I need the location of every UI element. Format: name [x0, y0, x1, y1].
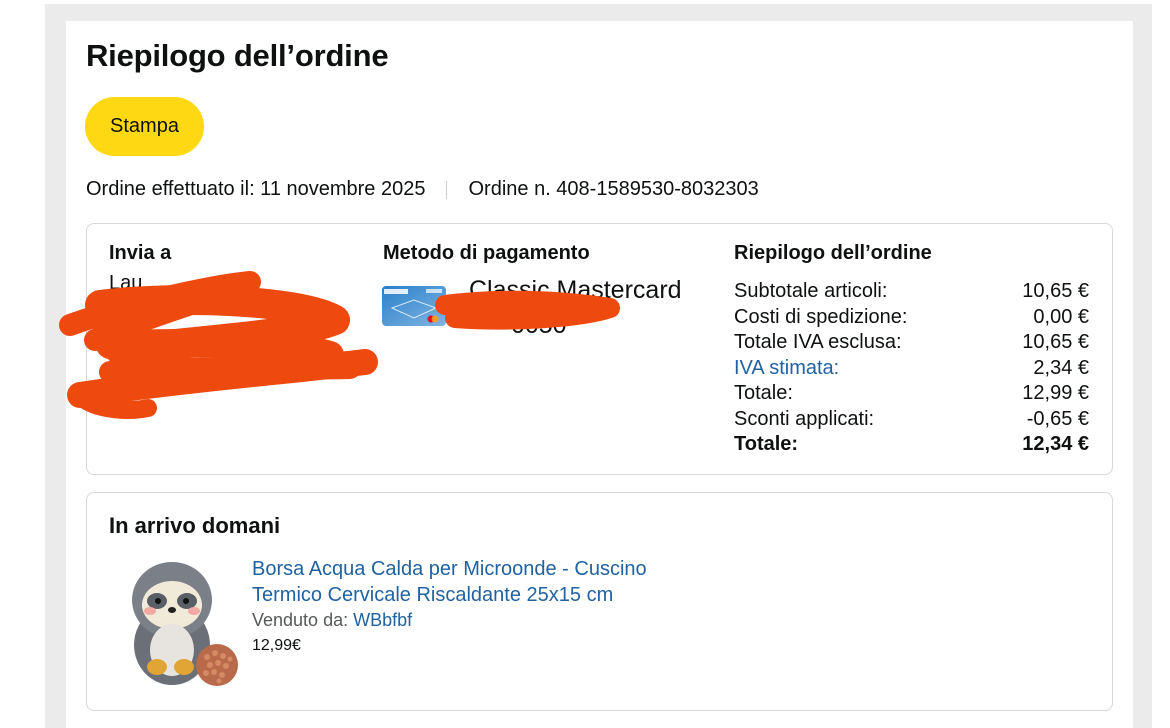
seller-label: Venduto da: — [252, 610, 349, 630]
meta-divider — [446, 180, 448, 199]
summary-label: Totale IVA esclusa: — [734, 331, 902, 353]
summary-heading: Riepilogo dell’ordine — [734, 242, 932, 264]
window-edge — [1152, 0, 1170, 728]
shipping-address-line: Lau — [109, 272, 143, 294]
summary-label: Costi di spedizione: — [734, 305, 908, 328]
product-title-link[interactable]: Borsa Acqua Calda per Microonde - Cuscin… — [252, 556, 712, 608]
summary-value: 10,65 € — [1022, 280, 1089, 302]
print-button[interactable]: Stampa — [85, 97, 204, 156]
summary-value: 0,00 € — [1033, 305, 1089, 328]
seller-info: Venduto da: WBbfbf — [252, 610, 412, 631]
summary-value: 12,99 € — [1022, 382, 1089, 404]
summary-row-vat: IVA stimata: 2,34 € — [734, 356, 1089, 382]
summary-value: 12,34 € — [1022, 433, 1089, 455]
summary-row-shipping: Costi di spedizione: 0,00 € — [734, 305, 1089, 331]
summary-label: Totale: — [734, 382, 793, 404]
order-meta: Ordine effettuato il: 11 novembre 2025 O… — [86, 178, 759, 201]
order-summary: Subtotale articoli: 10,65 € Costi di spe… — [734, 279, 1089, 458]
summary-value: -0,65 € — [1026, 407, 1089, 430]
summary-label: Sconti applicati: — [734, 407, 875, 430]
shipping-address-line: Vi — [109, 300, 127, 322]
product-price: 12,99€ — [252, 637, 301, 654]
summary-row-grand-total: Totale: 12,34 € — [734, 432, 1089, 458]
vat-estimate-link[interactable]: IVA stimata: — [734, 356, 839, 382]
summary-value: 10,65 € — [1022, 331, 1089, 353]
page-title: Riepilogo dell’ordine — [86, 38, 389, 73]
summary-label: Subtotale articoli: — [734, 280, 888, 302]
order-number: Ordine n. 408-1589530-8032303 — [468, 178, 759, 200]
order-date: Ordine effettuato il: 11 novembre 2025 — [86, 178, 426, 200]
summary-row-discounts: Sconti applicati: -0,65 € — [734, 407, 1089, 433]
payment-heading: Metodo di pagamento — [383, 242, 590, 264]
shipping-heading: Invia a — [109, 242, 172, 264]
summary-value: 2,34 € — [1033, 356, 1089, 379]
summary-row-subtotal: Subtotale articoli: 10,65 € — [734, 279, 1089, 305]
delivery-heading: In arrivo domani — [109, 513, 281, 538]
credit-card-icon — [382, 286, 446, 326]
payment-card-name: Classic Mastercard — [469, 276, 682, 304]
plush-sloth-icon[interactable] — [122, 555, 242, 690]
seller-link[interactable]: WBbfbf — [353, 610, 412, 630]
payment-card-number: •••• 0050 — [469, 311, 567, 339]
summary-label: Totale: — [734, 433, 799, 455]
summary-row-total: Totale: 12,99 € — [734, 381, 1089, 407]
summary-row-net: Totale IVA esclusa: 10,65 € — [734, 330, 1089, 356]
